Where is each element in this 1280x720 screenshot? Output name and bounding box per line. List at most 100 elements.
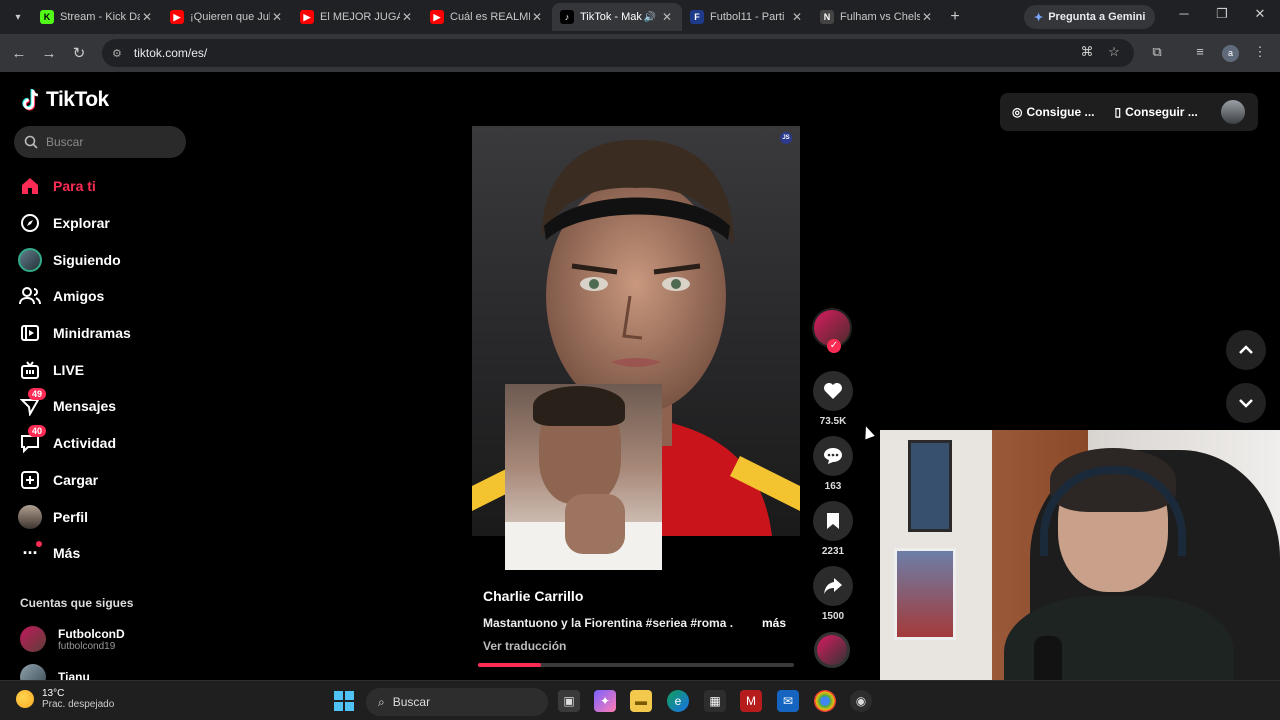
mcafee-icon[interactable]: M (740, 690, 762, 712)
sidebar-item-actividad[interactable]: 40 Actividad (18, 425, 198, 462)
obs-icon[interactable]: ◉ (850, 690, 872, 712)
new-tab-button[interactable]: + (942, 8, 968, 26)
wall-poster (908, 440, 952, 532)
previous-video-button[interactable] (1226, 330, 1266, 370)
tab-futbol11[interactable]: F Futbol11 - Parti ✕ (682, 3, 812, 31)
caption-more-button[interactable]: más (762, 616, 786, 630)
sidebar-item-minidramas[interactable]: Minidramas (18, 315, 198, 352)
media-control-icon[interactable]: ≡ (1190, 44, 1210, 59)
comment-button[interactable]: 163 (813, 436, 853, 492)
bookmark-icon (813, 501, 853, 541)
weather-condition: Prac. despejado (42, 699, 115, 710)
close-icon[interactable]: ✕ (140, 10, 154, 24)
address-bar[interactable]: ⚙ tiktok.com/es/ (102, 39, 1134, 67)
close-icon[interactable]: ✕ (920, 10, 934, 24)
like-button[interactable]: 73.5K (813, 371, 853, 427)
sidebar-item-mensajes[interactable]: 49 Mensajes (18, 388, 198, 425)
compass-icon (18, 211, 42, 235)
sidebar-item-cargar[interactable]: Cargar (18, 462, 198, 499)
minimize-button[interactable]: ─ (1174, 6, 1194, 21)
get-app-button[interactable]: ▯ Conseguir ... (1115, 105, 1198, 119)
copilot-icon[interactable]: ✦ (594, 690, 616, 712)
profile-avatar-icon (18, 504, 42, 529)
sidebar-item-explorar[interactable]: Explorar (18, 205, 198, 242)
share-arrow-icon (813, 566, 853, 606)
reload-button[interactable]: ↻ (64, 44, 94, 62)
video-caption: Mastantuono y la Fiorentina #seriea #rom… (483, 616, 733, 630)
kick-icon: K (40, 10, 54, 24)
sidebar-item-perfil[interactable]: Perfil (18, 498, 198, 535)
gemini-button[interactable]: ✦ Pregunta a Gemini (1024, 5, 1156, 29)
bookmark-star-icon[interactable]: ☆ (1104, 44, 1124, 60)
sound-disc-icon[interactable] (814, 632, 850, 668)
account-handle: futbolcond19 (58, 640, 116, 652)
forward-button[interactable]: → (34, 45, 64, 62)
sidebar-item-para-ti[interactable]: Para ti (18, 168, 198, 205)
sidebar-item-mas[interactable]: ··· Más (18, 535, 198, 572)
sidebar-item-live[interactable]: LIVE (18, 351, 198, 388)
comment-icon (813, 436, 853, 476)
profile-avatar[interactable]: a (1222, 45, 1239, 62)
chrome-icon[interactable] (814, 690, 836, 712)
share-count: 1500 (821, 611, 845, 622)
close-window-button[interactable]: ✕ (1250, 6, 1270, 22)
youtube-icon: ▶ (170, 10, 184, 24)
video-author[interactable]: Charlie Carrillo (483, 588, 583, 604)
tab-kick[interactable]: K Stream - Kick Da ✕ (32, 3, 162, 31)
tab-youtube-3[interactable]: ▶ Cuál es REALME ✕ (422, 3, 552, 31)
video-progress-bar[interactable] (478, 663, 794, 667)
see-translation-link[interactable]: Ver traducción (483, 639, 566, 653)
creator-avatar-button[interactable]: ✓ (812, 308, 852, 353)
sidebar-item-siguiendo[interactable]: Siguiendo (18, 241, 198, 278)
live-icon (18, 358, 42, 382)
close-icon[interactable]: ✕ (400, 10, 414, 24)
tab-tiktok[interactable]: ♪ TikTok - Mak 🔊 ✕ (552, 3, 682, 31)
speaker-icon[interactable]: 🔊 (644, 12, 656, 23)
weather-sun-icon (16, 690, 34, 708)
following-account[interactable]: FutbolconD futbolcond19 (20, 626, 125, 652)
friends-icon (18, 284, 42, 308)
close-icon[interactable]: ✕ (790, 10, 804, 24)
sidebar-item-amigos[interactable]: Amigos (18, 278, 198, 315)
save-button[interactable]: 2231 (813, 501, 853, 557)
search-input[interactable]: Buscar (14, 126, 186, 158)
tab-nbc[interactable]: N Fulham vs Chels ✕ (812, 3, 942, 31)
close-icon[interactable]: ✕ (270, 10, 284, 24)
get-coins-button[interactable]: ◎ Consigue ... (1012, 105, 1095, 119)
back-button[interactable]: ← (4, 45, 34, 62)
edge-icon[interactable]: e (667, 690, 689, 712)
file-explorer-icon[interactable]: ▬ (630, 690, 652, 712)
task-view-icon[interactable]: ▣ (558, 690, 580, 712)
extensions-icon[interactable]: ⧉ (1147, 44, 1167, 60)
mail-icon[interactable]: ✉ (777, 690, 799, 712)
store-icon[interactable]: ▦ (704, 690, 726, 712)
kebab-menu-icon[interactable]: ⋮ (1250, 44, 1270, 60)
futbol11-icon: F (690, 10, 704, 24)
taskbar-search[interactable]: ⌕ Buscar (366, 688, 548, 716)
notification-dot (36, 541, 42, 548)
more-icon: ··· (18, 541, 42, 565)
next-video-button[interactable] (1226, 383, 1266, 423)
share-button[interactable]: 1500 (813, 566, 853, 622)
upload-icon (18, 468, 42, 492)
tab-youtube-2[interactable]: ▶El MEJOR JUGAD✕ (292, 3, 422, 31)
windows-taskbar: 13°C Prac. despejado ⌕ Buscar ▣ ✦ ▬ e ▦ M… (0, 680, 1280, 720)
close-icon[interactable]: ✕ (660, 10, 674, 24)
restore-button[interactable]: ❐ (1212, 6, 1232, 22)
creator-camera-inset (505, 384, 662, 570)
weather-widget[interactable]: 13°C Prac. despejado (16, 688, 114, 710)
activity-badge: 40 (28, 425, 47, 438)
follow-plus-icon[interactable]: ✓ (827, 339, 841, 353)
windows-start-icon[interactable] (334, 691, 354, 711)
like-count: 73.5K (819, 416, 847, 427)
site-info-icon[interactable]: ⚙ (112, 47, 122, 60)
search-icon: ⌕ (378, 694, 385, 709)
tab-search-icon[interactable]: ▾ (4, 3, 32, 31)
tab-youtube-1[interactable]: ▶ ¡Quieren que Jul ✕ (162, 3, 292, 31)
user-avatar[interactable] (1221, 100, 1245, 124)
translate-icon[interactable]: ⌘ (1077, 44, 1097, 60)
tiktok-logo[interactable]: TikTok (20, 88, 109, 112)
sidebar-nav: Para ti Explorar Siguiendo Amigos Minidr… (18, 168, 198, 572)
account-avatar (20, 626, 46, 652)
close-icon[interactable]: ✕ (530, 10, 544, 24)
